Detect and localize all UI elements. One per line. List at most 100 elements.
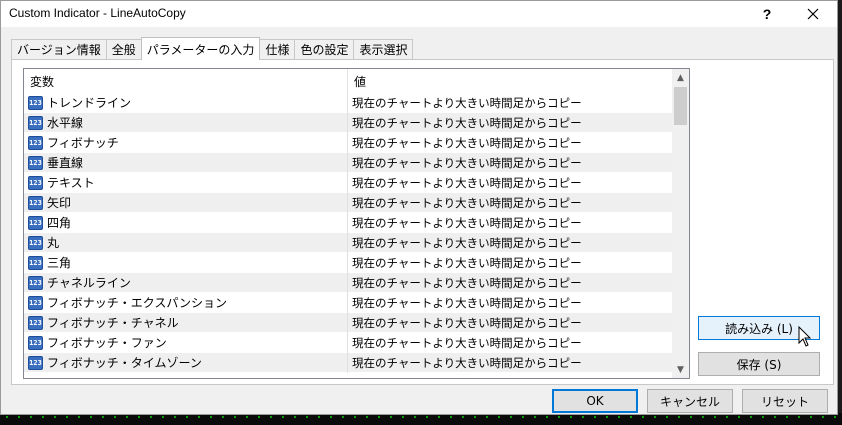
table-row[interactable]: 123 四角 現在のチャートより大きい時間足からコピー <box>24 212 672 233</box>
chart-grid-dot <box>810 416 812 418</box>
variable-cell: 123 トレンドライン <box>24 92 348 113</box>
chart-grid-dot <box>186 416 188 418</box>
chart-grid-dot <box>786 416 788 418</box>
tab-5[interactable]: 表示選択 <box>353 39 414 59</box>
variable-name: 垂直線 <box>47 156 84 170</box>
table-row[interactable]: 123 フィボナッチ・タイムゾーン 現在のチャートより大きい時間足からコピー <box>24 352 672 373</box>
value-cell[interactable]: 現在のチャートより大きい時間足からコピー <box>348 193 672 213</box>
chart-grid-dot <box>822 416 824 418</box>
integer-type-icon: 123 <box>28 155 43 170</box>
chart-grid-dot <box>750 416 752 418</box>
value-cell[interactable]: 現在のチャートより大きい時間足からコピー <box>348 133 672 153</box>
chart-grid-dot <box>678 416 680 418</box>
chart-grid-dot <box>198 416 200 418</box>
column-header-variable[interactable]: 変数 <box>24 69 348 93</box>
chart-grid-dot <box>522 416 524 418</box>
value-cell[interactable]: 現在のチャートより大きい時間足からコピー <box>348 313 672 333</box>
tab-0[interactable]: バージョン情報 <box>11 39 107 59</box>
table-row[interactable]: 123 フィボナッチ 現在のチャートより大きい時間足からコピー <box>24 132 672 153</box>
integer-type-icon: 123 <box>28 195 43 210</box>
value-cell[interactable]: 現在のチャートより大きい時間足からコピー <box>348 153 672 173</box>
integer-type-icon: 123 <box>28 355 43 370</box>
column-header-value[interactable]: 値 <box>348 69 672 93</box>
tab-3[interactable]: 仕様 <box>259 39 296 59</box>
variable-cell: 123 フィボナッチ・タイムゾーン <box>24 352 348 373</box>
chart-grid-dot <box>150 416 152 418</box>
reset-button[interactable]: リセット <box>742 389 828 413</box>
cancel-button[interactable]: キャンセル <box>647 389 733 413</box>
vertical-scrollbar[interactable]: ▲ ▼ <box>672 69 689 378</box>
chart-grid-dot <box>738 416 740 418</box>
integer-type-icon: 123 <box>28 95 43 110</box>
chart-grid-dot <box>402 416 404 418</box>
tab-4[interactable]: 色の設定 <box>294 39 355 59</box>
tab-2[interactable]: パラメーターの入力 <box>140 37 261 60</box>
help-button[interactable]: ? <box>745 1 789 27</box>
table-row[interactable]: 123 フィボナッチ・エクスパンション 現在のチャートより大きい時間足からコピー <box>24 292 672 313</box>
integer-type-icon: 123 <box>28 175 43 190</box>
close-button[interactable] <box>791 1 835 27</box>
table-row[interactable]: 123 フィボナッチ・チャネル 現在のチャートより大きい時間足からコピー <box>24 312 672 333</box>
ok-button[interactable]: OK <box>552 389 638 413</box>
chart-grid-dot <box>78 416 80 418</box>
value-cell[interactable]: 現在のチャートより大きい時間足からコピー <box>348 213 672 233</box>
value-cell[interactable]: 現在のチャートより大きい時間足からコピー <box>348 113 672 133</box>
variable-cell: 123 チャネルライン <box>24 272 348 293</box>
mouse-pointer-icon <box>798 326 812 347</box>
chart-grid-dot <box>582 416 584 418</box>
variable-name: チャネルライン <box>47 276 131 290</box>
chart-grid-dot <box>426 416 428 418</box>
table-row[interactable]: 123 フィボナッチ・ファン 現在のチャートより大きい時間足からコピー <box>24 332 672 353</box>
chart-grid-dot <box>330 416 332 418</box>
chart-grid-dot <box>114 416 116 418</box>
chart-grid-dot <box>318 416 320 418</box>
tab-strip: バージョン情報 全般 パラメーターの入力 仕様 色の設定 表示選択 <box>11 37 414 60</box>
integer-type-icon: 123 <box>28 135 43 150</box>
chart-grid-dot <box>510 416 512 418</box>
scroll-up-icon[interactable]: ▲ <box>672 69 689 86</box>
variable-cell: 123 丸 <box>24 232 348 253</box>
table-row[interactable]: 123 三角 現在のチャートより大きい時間足からコピー <box>24 252 672 273</box>
value-cell[interactable]: 現在のチャートより大きい時間足からコピー <box>348 333 672 353</box>
chart-grid-dot <box>666 416 668 418</box>
variable-name: トレンドライン <box>47 96 132 110</box>
chart-grid-dot <box>654 416 656 418</box>
value-cell[interactable]: 現在のチャートより大きい時間足からコピー <box>348 93 672 113</box>
table-row[interactable]: 123 矢印 現在のチャートより大きい時間足からコピー <box>24 192 672 213</box>
chart-grid-dot <box>450 416 452 418</box>
chart-grid-dot <box>246 416 248 418</box>
tab-1[interactable]: 全般 <box>105 39 142 59</box>
integer-type-icon: 123 <box>28 235 43 250</box>
integer-type-icon: 123 <box>28 275 43 290</box>
value-cell[interactable]: 現在のチャートより大きい時間足からコピー <box>348 233 672 253</box>
variable-name: テキスト <box>47 176 95 190</box>
table-row[interactable]: 123 丸 現在のチャートより大きい時間足からコピー <box>24 232 672 253</box>
list-rows: 123 トレンドライン 現在のチャートより大きい時間足からコピー 123 水平線 現在のチ… <box>24 92 672 373</box>
variable-name: 四角 <box>47 216 72 230</box>
variable-name: 三角 <box>47 256 72 270</box>
chart-grid-dot <box>546 416 548 418</box>
value-cell[interactable]: 現在のチャートより大きい時間足からコピー <box>348 293 672 313</box>
table-row[interactable]: 123 チャネルライン 現在のチャートより大きい時間足からコピー <box>24 272 672 293</box>
chart-grid-dot <box>690 416 692 418</box>
chart-grid-dot <box>498 416 500 418</box>
scroll-down-icon[interactable]: ▼ <box>672 361 689 378</box>
table-row[interactable]: 123 垂直線 現在のチャートより大きい時間足からコピー <box>24 152 672 173</box>
variable-name: 水平線 <box>47 116 84 130</box>
integer-type-icon: 123 <box>28 255 43 270</box>
table-row[interactable]: 123 水平線 現在のチャートより大きい時間足からコピー <box>24 112 672 133</box>
table-row[interactable]: 123 トレンドライン 現在のチャートより大きい時間足からコピー <box>24 92 672 113</box>
scroll-thumb[interactable] <box>674 87 687 125</box>
chart-grid-dot <box>162 416 164 418</box>
title-bar: Custom Indicator - LineAutoCopy ? <box>1 1 837 27</box>
value-cell[interactable]: 現在のチャートより大きい時間足からコピー <box>348 273 672 293</box>
table-row[interactable]: 123 テキスト 現在のチャートより大きい時間足からコピー <box>24 172 672 193</box>
save-button[interactable]: 保存 (S) <box>698 352 820 376</box>
value-cell[interactable]: 現在のチャートより大きい時間足からコピー <box>348 353 672 373</box>
value-cell[interactable]: 現在のチャートより大きい時間足からコピー <box>348 253 672 273</box>
parameter-list[interactable]: 変数 値 123 トレンドライン 現在のチャートより大きい時間足からコピー 123 水平… <box>23 68 690 379</box>
list-header: 変数 値 <box>24 69 672 93</box>
value-cell[interactable]: 現在のチャートより大きい時間足からコピー <box>348 173 672 193</box>
chart-grid-dot <box>258 416 260 418</box>
chart-grid-dot <box>798 416 800 418</box>
